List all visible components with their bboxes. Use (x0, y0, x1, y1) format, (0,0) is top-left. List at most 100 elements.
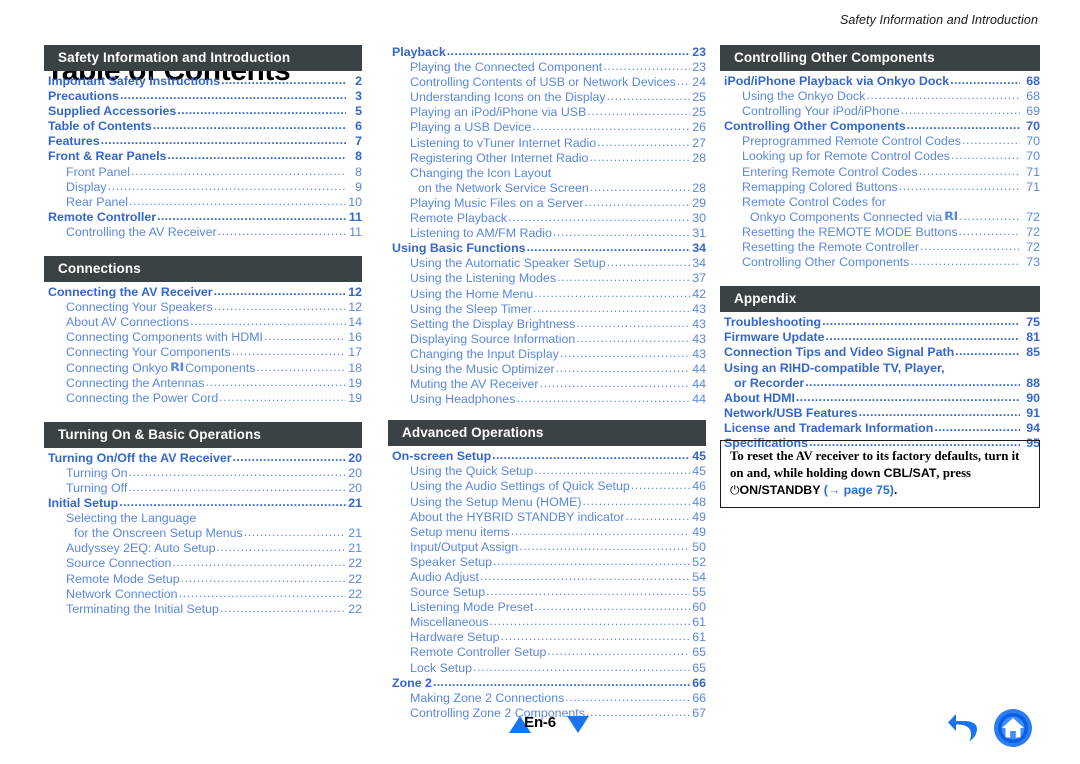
toc-entry[interactable]: Changing the Input Display 43 (388, 347, 706, 362)
toc-entry[interactable]: On-screen Setup 45 (388, 449, 706, 464)
toc-entry[interactable]: Playing Music Files on a Server 29 (388, 196, 706, 211)
toc-entry[interactable]: Connection Tips and Video Signal Path 85 (720, 345, 1040, 360)
toc-entry[interactable]: Remapping Colored Buttons 71 (720, 180, 1040, 195)
home-icon[interactable] (993, 708, 1033, 748)
toc-entry[interactable]: Firmware Update 81 (720, 330, 1040, 345)
toc-entry[interactable]: Source Connection 22 (44, 556, 362, 571)
toc-entry[interactable]: Resetting the REMOTE MODE Buttons 72 (720, 225, 1040, 240)
toc-entry[interactable]: iPod/iPhone Playback via Onkyo Dock 68 (720, 74, 1040, 89)
toc-entry[interactable]: Front & Rear Panels 8 (44, 149, 362, 164)
toc-entry[interactable]: Initial Setup 21 (44, 496, 362, 511)
toc-entry[interactable]: Audyssey 2EQ: Auto Setup 21 (44, 541, 362, 556)
toc-entry[interactable]: Setup menu items 49 (388, 525, 706, 540)
toc-entry[interactable]: Remote Controller Setup 65 (388, 645, 706, 660)
toc-entry[interactable]: Using an RIHD-compatible TV, Player, (720, 361, 1040, 376)
toc-entry-label: Front Panel (66, 164, 131, 179)
toc-entry[interactable]: Troubleshooting 75 (720, 315, 1040, 330)
toc-entry[interactable]: Using Headphones 44 (388, 392, 706, 407)
toc-entry[interactable]: Controlling Your iPod/iPhone 69 (720, 104, 1040, 119)
toc-entry[interactable]: Source Setup 55 (388, 585, 706, 600)
toc-entry[interactable]: Connecting Components with HDMI 16 (44, 330, 362, 345)
toc-entry[interactable]: Listening Mode Preset 60 (388, 600, 706, 615)
toc-entry[interactable]: Registering Other Internet Radio 28 (388, 151, 706, 166)
toc-entry[interactable]: Understanding Icons on the Display 25 (388, 90, 706, 105)
toc-entry[interactable]: Controlling Contents of USB or Network D… (388, 75, 706, 90)
toc-entry[interactable]: on the Network Service Screen 28 (388, 181, 706, 196)
toc-entry[interactable]: Playback 23 (388, 45, 706, 60)
toc-entry[interactable]: Remote Control Codes for (720, 195, 1040, 210)
toc-entry[interactable]: Controlling Other Components 70 (720, 119, 1040, 134)
toc-entry[interactable]: Connecting the Power Cord 19 (44, 391, 362, 406)
toc-entry[interactable]: for the Onscreen Setup Menus 21 (44, 526, 362, 541)
toc-entry[interactable]: Using the Quick Setup 45 (388, 464, 706, 479)
toc-entry[interactable]: Connecting Onkyo RI Components 18 (44, 360, 362, 376)
toc-entry[interactable]: Connecting Your Speakers 12 (44, 300, 362, 315)
toc-entry[interactable]: Using the Setup Menu (HOME) 48 (388, 495, 706, 510)
toc-entry[interactable]: Using the Automatic Speaker Setup 34 (388, 256, 706, 271)
toc-entry[interactable]: or Recorder 88 (720, 376, 1040, 391)
toc-entry[interactable]: Rear Panel 10 (44, 195, 362, 210)
toc-entry[interactable]: Playing an iPod/iPhone via USB 25 (388, 105, 706, 120)
toc-entry[interactable]: About AV Connections 14 (44, 315, 362, 330)
toc-entry[interactable]: Selecting the Language (44, 511, 362, 526)
toc-entry[interactable]: Using the Audio Settings of Quick Setup 4… (388, 479, 706, 494)
toc-entry[interactable]: Displaying Source Information 43 (388, 332, 706, 347)
toc-entry[interactable]: Input/Output Assign 50 (388, 540, 706, 555)
toc-entry[interactable]: Using the Home Menu 42 (388, 287, 706, 302)
toc-entry[interactable]: Entering Remote Control Codes 71 (720, 165, 1040, 180)
toc-entry[interactable]: Muting the AV Receiver 44 (388, 377, 706, 392)
toc-entry[interactable]: Precautions 3 (44, 89, 362, 104)
toc-entry[interactable]: Preprogrammed Remote Control Codes 70 (720, 134, 1040, 149)
toc-entry[interactable]: Listening to vTuner Internet Radio 27 (388, 136, 706, 151)
toc-entry-page: 91 (1026, 405, 1040, 420)
toc-entry[interactable]: Remote Playback 30 (388, 211, 706, 226)
toc-entry[interactable]: Using the Music Optimizer 44 (388, 362, 706, 377)
toc-entry[interactable]: Audio Adjust 54 (388, 570, 706, 585)
toc-entry[interactable]: Connecting the Antennas 19 (44, 376, 362, 391)
toc-entry[interactable]: Remote Controller 11 (44, 210, 362, 225)
toc-entry[interactable]: Controlling the AV Receiver 11 (44, 225, 362, 240)
toc-entry[interactable]: Table of Contents 6 (44, 119, 362, 134)
toc-entry[interactable]: Remote Mode Setup 22 (44, 572, 362, 587)
toc-entry[interactable]: Setting the Display Brightness 43 (388, 317, 706, 332)
toc-entry[interactable]: Supplied Accessories 5 (44, 104, 362, 119)
toc-entry[interactable]: Front Panel 8 (44, 165, 362, 180)
toc-entry[interactable]: Connecting Your Components 17 (44, 345, 362, 360)
toc-entry[interactable]: Playing a USB Device 26 (388, 120, 706, 135)
toc-entry[interactable]: Display 9 (44, 180, 362, 195)
toc-entry[interactable]: Using the Listening Modes 37 (388, 271, 706, 286)
toc-entry[interactable]: Controlling Other Components 73 (720, 255, 1040, 270)
toc-entry[interactable]: Miscellaneous 61 (388, 615, 706, 630)
toc-entry[interactable]: Features 7 (44, 134, 362, 149)
toc-entry[interactable]: Using Basic Functions 34 (388, 241, 706, 256)
back-arrow-icon[interactable] (944, 708, 984, 748)
toc-entry[interactable]: Playing the Connected Component 23 (388, 60, 706, 75)
toc-entry[interactable]: Hardware Setup 61 (388, 630, 706, 645)
toc-entry[interactable]: License and Trademark Information 94 (720, 421, 1040, 436)
toc-entry[interactable]: Zone 2 66 (388, 676, 706, 691)
toc-entry[interactable]: Using the Onkyo Dock 68 (720, 89, 1040, 104)
toc-entry[interactable]: Lock Setup 65 (388, 661, 706, 676)
toc-entry[interactable]: Resetting the Remote Controller 72 (720, 240, 1040, 255)
toc-entry[interactable]: About HDMI 90 (720, 391, 1040, 406)
toc-entry[interactable]: Speaker Setup 52 (388, 555, 706, 570)
toc-entry[interactable]: Important Safety Instructions 2 (44, 74, 362, 89)
toc-entry[interactable]: Onkyo Components Connected via RI72 (720, 209, 1040, 225)
toc-entry[interactable]: Terminating the Initial Setup 22 (44, 602, 362, 617)
triangle-down-icon[interactable] (567, 716, 589, 733)
toc-entry[interactable]: Turning On/Off the AV Receiver 20 (44, 451, 362, 466)
toc-entry[interactable]: Turning Off 20 (44, 481, 362, 496)
toc-entry[interactable]: Connecting the AV Receiver 12 (44, 285, 362, 300)
toc-entry[interactable]: Using the Sleep Timer 43 (388, 302, 706, 317)
toc-entry-label: Miscellaneous (410, 615, 489, 630)
toc-entry[interactable]: Network Connection 22 (44, 587, 362, 602)
toc-entry[interactable]: Changing the Icon Layout (388, 166, 706, 181)
toc-entry[interactable]: Turning On 20 (44, 466, 362, 481)
toc-entry[interactable]: About the HYBRID STANDBY indicator 49 (388, 510, 706, 525)
toc-entry-page: 25 (692, 105, 706, 120)
toc-entry[interactable]: Listening to AM/FM Radio 31 (388, 226, 706, 241)
toc-entry[interactable]: Looking up for Remote Control Codes 70 (720, 149, 1040, 164)
toc-entry-label: or Recorder (734, 375, 805, 390)
note-page-reference[interactable]: (→ page 75) (824, 483, 894, 497)
toc-entry[interactable]: Network/USB Features 91 (720, 406, 1040, 421)
